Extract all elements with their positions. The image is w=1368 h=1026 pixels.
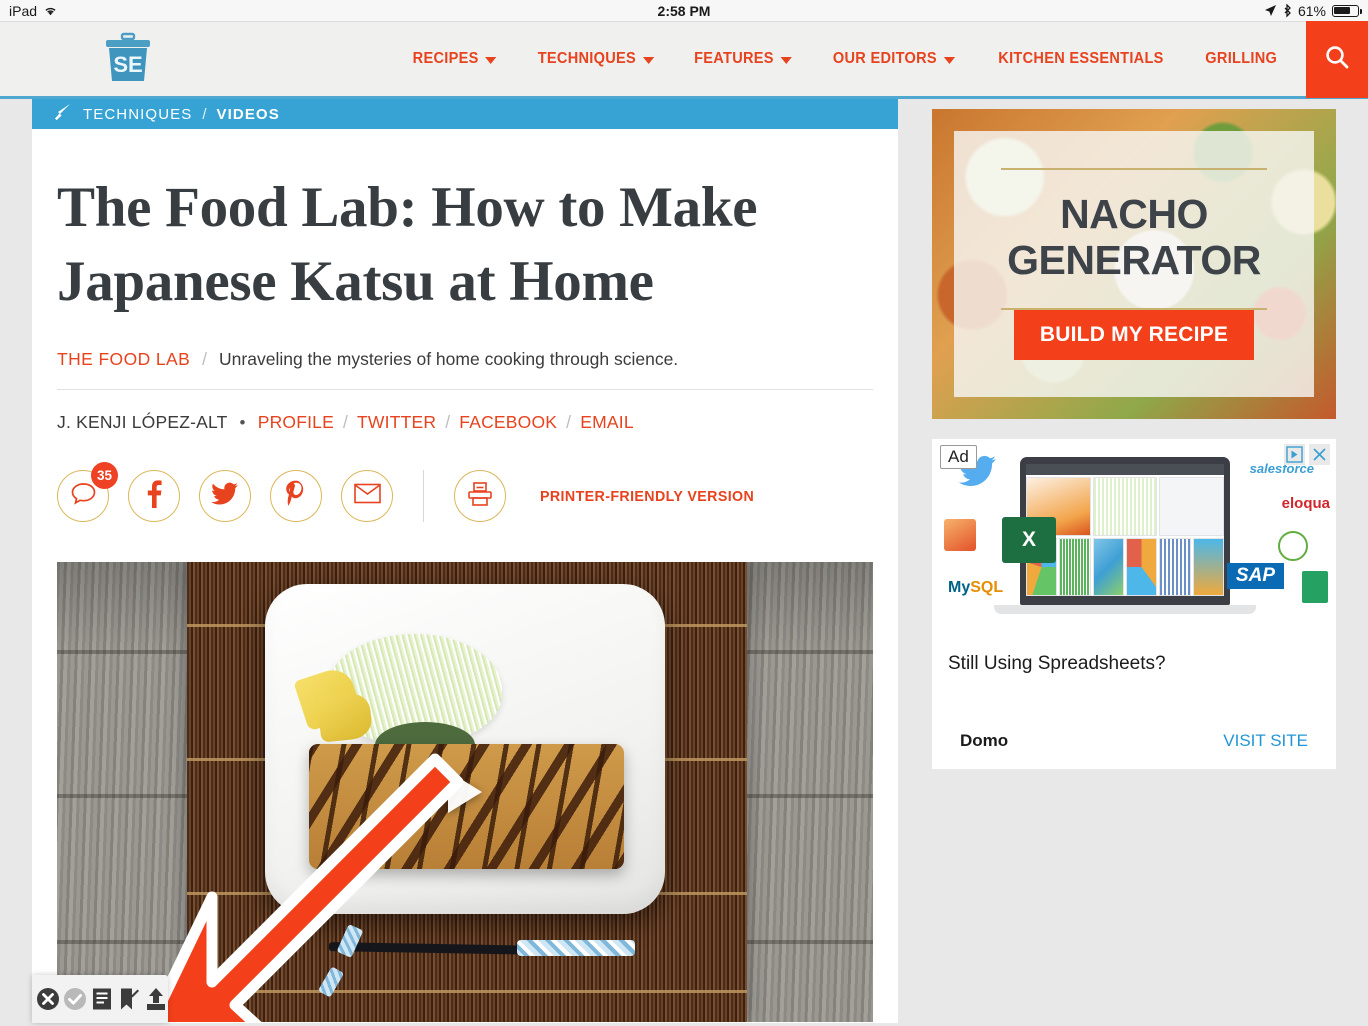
nav-item-recipes[interactable]: RECIPES — [397, 50, 513, 68]
byline-dot: • — [239, 412, 246, 432]
nacho-title-line1: NACHO — [1060, 191, 1208, 238]
notes-icon[interactable] — [90, 987, 114, 1012]
nav-label: GRILLING — [1204, 50, 1277, 67]
site-header: SE RECIPES TECHNIQUES FEATURES OUR EDITO… — [0, 20, 1368, 99]
close-icon[interactable] — [1309, 444, 1330, 465]
excel-icon: X — [1002, 517, 1056, 563]
mysql-icon: MySQL — [948, 579, 1004, 596]
page-title: The Food Lab: How to Make Japanese Katsu… — [57, 176, 758, 314]
column-name-link[interactable]: THE FOOD LAB — [57, 349, 190, 370]
page-body: TECHNIQUES / VIDEOS The Food Lab: How to… — [0, 99, 1368, 1023]
play-button-icon[interactable] — [448, 771, 482, 814]
svg-text:SE: SE — [113, 52, 142, 77]
nav-item-our-editors[interactable]: OUR EDITORS — [817, 50, 971, 68]
facebook-icon — [146, 480, 162, 513]
link-separator: / — [342, 412, 349, 433]
nacho-ad-title: NACHO GENERATOR — [1007, 191, 1261, 284]
share-upload-icon[interactable] — [144, 987, 168, 1012]
knife-icon — [52, 102, 73, 126]
pinterest-icon — [285, 480, 307, 513]
sidebar-column: NACHO GENERATOR BUILD MY RECIPE Ad MySQL… — [932, 99, 1336, 1023]
twitter-share-button[interactable] — [199, 470, 251, 523]
check-circle-icon[interactable] — [63, 987, 87, 1012]
link-separator: / — [566, 412, 572, 433]
printer-icon — [466, 481, 494, 512]
search-icon — [1324, 44, 1350, 75]
nav-item-techniques[interactable]: TECHNIQUES — [521, 50, 669, 68]
breadcrumb-current: VIDEOS — [216, 105, 280, 123]
divider-top — [1000, 168, 1268, 171]
comments-button[interactable]: 35 — [57, 462, 118, 523]
link-separator: / — [445, 412, 451, 433]
nav-item-features[interactable]: FEATURES — [678, 50, 808, 68]
breadcrumb-separator: / — [202, 105, 207, 123]
author-link-profile[interactable]: PROFILE — [258, 412, 334, 433]
nav-label: FEATURES — [694, 50, 774, 67]
nav-label: KITCHEN ESSENTIALS — [997, 50, 1164, 67]
twitter-icon — [211, 482, 239, 511]
bookmark-edit-icon[interactable] — [117, 987, 141, 1012]
article-column: TECHNIQUES / VIDEOS The Food Lab: How to… — [32, 99, 898, 1023]
domo-ad-headline: Still Using Spreadsheets? — [948, 653, 1166, 674]
ad-label-badge: Ad — [940, 445, 977, 469]
adchoices-icon[interactable] — [1284, 444, 1305, 465]
domo-ad-hero-image: MySQL X salesforce eloqua SAP — [932, 439, 1336, 639]
facebook-share-button[interactable] — [128, 470, 180, 523]
close-circle-icon[interactable] — [36, 987, 60, 1012]
printer-button[interactable] — [454, 470, 506, 523]
eloqua-icon: eloqua — [1281, 495, 1330, 512]
author-link-email[interactable]: EMAIL — [580, 412, 634, 433]
chart-icon — [1278, 531, 1308, 561]
serious-eats-pot-logo[interactable]: SE — [100, 32, 156, 86]
nav-item-kitchen-essentials[interactable]: KITCHEN ESSENTIALS — [982, 50, 1179, 68]
sheets-icon — [1302, 571, 1328, 603]
chopstick-wrapper — [517, 940, 635, 957]
chevron-down-icon — [485, 56, 497, 64]
column-tagline: Unraveling the mysteries of home cooking… — [219, 349, 679, 370]
ios-status-bar: iPad 2:58 PM 61% — [0, 0, 1368, 22]
visit-site-link[interactable]: VISIT SITE — [1223, 731, 1308, 751]
email-share-button[interactable] — [341, 470, 393, 523]
nacho-generator-ad[interactable]: NACHO GENERATOR BUILD MY RECIPE — [932, 109, 1336, 419]
google-analytics-icon — [944, 519, 976, 551]
printer-friendly-label[interactable]: PRINTER-FRIENDLY VERSION — [540, 488, 754, 505]
nacho-title-line2: GENERATOR — [1007, 237, 1261, 283]
chevron-down-icon — [642, 56, 654, 64]
domo-ad-footer: Domo VISIT SITE — [932, 731, 1336, 751]
nav-label: OUR EDITORS — [832, 50, 937, 67]
comment-count-badge: 35 — [91, 462, 118, 490]
author-link-twitter[interactable]: TWITTER — [357, 412, 436, 433]
chevron-down-icon — [780, 56, 792, 64]
chevron-down-icon — [943, 56, 955, 64]
comment-icon — [70, 481, 97, 511]
search-button[interactable] — [1306, 20, 1368, 98]
email-icon — [353, 483, 381, 509]
main-navigation: RECIPES TECHNIQUES FEATURES OUR EDITORS … — [393, 22, 1296, 96]
battery-icon — [1332, 4, 1362, 17]
video-player-thumbnail[interactable] — [57, 562, 873, 1023]
nav-label: TECHNIQUES — [537, 50, 636, 67]
breadcrumb: TECHNIQUES / VIDEOS — [32, 99, 898, 129]
column-separator: / — [202, 349, 208, 370]
nav-label: RECIPES — [413, 50, 479, 67]
build-my-recipe-button[interactable]: BUILD MY RECIPE — [1013, 309, 1255, 360]
nav-item-grilling[interactable]: GRILLING — [1189, 50, 1293, 68]
domo-ad-brand: Domo — [960, 731, 1009, 750]
author-name: J. KENJI LÓPEZ-ALT — [57, 412, 228, 433]
domo-ad[interactable]: Ad MySQL X salesforce eloqua SAP Still U… — [932, 439, 1336, 769]
nacho-ad-panel: NACHO GENERATOR BUILD MY RECIPE — [954, 131, 1314, 397]
author-link-facebook[interactable]: FACEBOOK — [459, 412, 557, 433]
share-divider — [423, 470, 424, 523]
pinterest-share-button[interactable] — [270, 470, 322, 523]
article-column-row: THE FOOD LAB / Unraveling the mysteries … — [57, 349, 873, 391]
sap-icon: SAP — [1226, 563, 1284, 589]
byline: J. KENJI LÓPEZ-ALT • PROFILE / TWITTER /… — [57, 412, 873, 433]
breadcrumb-parent[interactable]: TECHNIQUES — [83, 106, 192, 123]
floating-annotation-toolbar — [32, 975, 168, 1023]
clock: 2:58 PM — [657, 2, 711, 19]
article-content: The Food Lab: How to Make Japanese Katsu… — [32, 171, 898, 1023]
share-bar: 35 PRINTER-FRIENDLY VERSION — [57, 462, 873, 523]
ad-controls — [1284, 444, 1330, 465]
laptop-base — [994, 605, 1256, 614]
